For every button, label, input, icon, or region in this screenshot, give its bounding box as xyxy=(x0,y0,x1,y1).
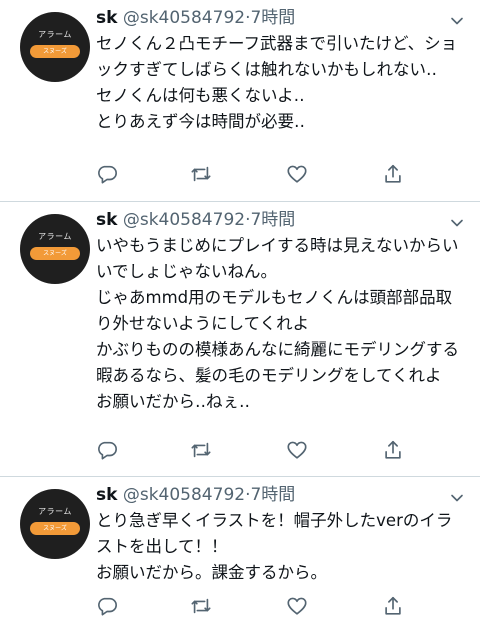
share-icon[interactable] xyxy=(382,439,406,463)
reply-icon[interactable] xyxy=(96,163,120,187)
timestamp[interactable]: 7時間 xyxy=(250,8,295,28)
avatar-caption: アラーム xyxy=(38,232,72,241)
retweet-icon[interactable] xyxy=(190,439,214,463)
tweet-text: とり急ぎ早くイラストを！帽子外したverのイラストを出して！！ お願いだから。課… xyxy=(96,511,453,582)
avatar-snooze-pill: スヌーズ xyxy=(30,45,80,58)
tweet[interactable]: アラーム スヌーズ sk @sk40584792·7時間 セノくん２凸モチーフ武… xyxy=(0,0,480,202)
tweet[interactable]: アラーム スヌーズ sk @sk40584792·7時間 いやもうまじめにプレイ… xyxy=(0,202,480,477)
tweet-header: sk @sk40584792·7時間 xyxy=(96,208,468,232)
tweet-header: sk @sk40584792·7時間 xyxy=(96,6,468,30)
share-icon[interactable] xyxy=(382,595,406,619)
tweet-content: sk @sk40584792·7時間 とり急ぎ早くイラストを！帽子外したverの… xyxy=(96,483,468,586)
reply-icon[interactable] xyxy=(96,595,120,619)
tweet-actions xyxy=(96,163,401,187)
timestamp[interactable]: 7時間 xyxy=(250,210,295,230)
like-icon[interactable] xyxy=(286,595,310,619)
retweet-icon[interactable] xyxy=(190,595,214,619)
retweet-icon[interactable] xyxy=(190,163,214,187)
display-name[interactable]: sk xyxy=(96,8,117,28)
share-icon[interactable] xyxy=(382,163,406,187)
tweet[interactable]: アラーム スヌーズ sk @sk40584792·7時間 とり急ぎ早くイラストを… xyxy=(0,477,480,629)
avatar-snooze-pill: スヌーズ xyxy=(30,522,80,535)
like-icon[interactable] xyxy=(286,163,310,187)
reply-icon[interactable] xyxy=(96,439,120,463)
display-name[interactable]: sk xyxy=(96,210,117,230)
tweet-text: いやもうまじめにプレイする時は見えないからいいでしょじゃないねん。 じゃあmmd… xyxy=(96,236,459,411)
like-icon[interactable] xyxy=(286,439,310,463)
tweet-content: sk @sk40584792·7時間 いやもうまじめにプレイする時は見えないから… xyxy=(96,208,468,415)
display-name[interactable]: sk xyxy=(96,485,117,505)
timestamp[interactable]: 7時間 xyxy=(250,485,295,505)
avatar[interactable]: アラーム スヌーズ xyxy=(20,489,90,559)
tweet-actions xyxy=(96,439,401,463)
user-handle[interactable]: @sk40584792 xyxy=(123,8,245,28)
user-handle[interactable]: @sk40584792 xyxy=(123,210,245,230)
avatar-caption: アラーム xyxy=(38,30,72,39)
tweet-content: sk @sk40584792·7時間 セノくん２凸モチーフ武器まで引いたけど、シ… xyxy=(96,6,468,135)
tweet-header: sk @sk40584792·7時間 xyxy=(96,483,468,507)
avatar[interactable]: アラーム スヌーズ xyxy=(20,214,90,284)
tweet-actions xyxy=(96,595,401,619)
tweet-text: セノくん２凸モチーフ武器まで引いたけど、ショックすぎてしばらくは触れないかもしれ… xyxy=(96,34,458,131)
avatar-caption: アラーム xyxy=(38,507,72,516)
user-handle[interactable]: @sk40584792 xyxy=(123,485,245,505)
avatar[interactable]: アラーム スヌーズ xyxy=(20,12,90,82)
avatar-snooze-pill: スヌーズ xyxy=(30,247,80,260)
